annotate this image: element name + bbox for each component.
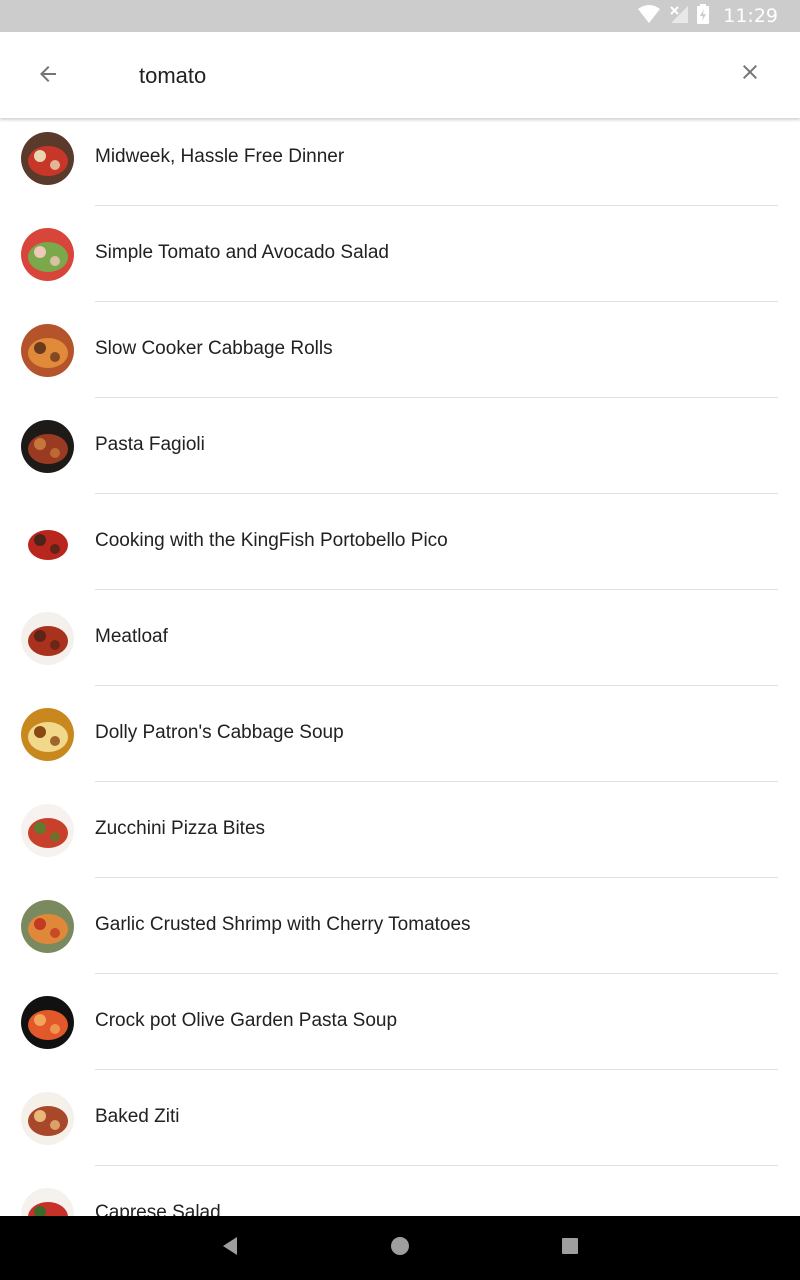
divider xyxy=(95,973,778,974)
nav-home-icon xyxy=(390,1236,410,1261)
recipe-title: Dolly Patron's Cabbage Soup xyxy=(95,722,344,743)
recipe-title: Simple Tomato and Avocado Salad xyxy=(95,242,389,263)
recipe-title: Crock pot Olive Garden Pasta Soup xyxy=(95,1010,398,1031)
result-item[interactable]: Meatloaf xyxy=(0,598,800,694)
divider xyxy=(95,589,778,590)
recipe-title: Zucchini Pizza Bites xyxy=(95,818,266,839)
wifi-icon xyxy=(637,4,661,29)
divider xyxy=(95,205,778,206)
divider xyxy=(95,877,778,878)
recipe-thumbnail xyxy=(21,804,74,857)
search-input[interactable] xyxy=(139,56,699,96)
close-icon xyxy=(738,60,762,89)
nav-recents-button[interactable] xyxy=(550,1228,590,1268)
status-time: 11:29 xyxy=(723,5,778,27)
recipe-thumbnail xyxy=(21,1188,74,1216)
recipe-thumbnail xyxy=(21,1092,74,1145)
recipe-thumbnail xyxy=(21,228,74,281)
recipe-title: Baked Ziti xyxy=(95,1106,180,1127)
recipe-thumbnail xyxy=(21,708,74,761)
recipe-thumbnail xyxy=(21,612,74,665)
recipe-title: Garlic Crusted Shrimp with Cherry Tomato… xyxy=(95,914,471,935)
result-item[interactable]: Garlic Crusted Shrimp with Cherry Tomato… xyxy=(0,886,800,982)
arrow-back-icon xyxy=(36,62,60,91)
divider xyxy=(95,493,778,494)
result-item[interactable]: Midweek, Hassle Free Dinner xyxy=(0,118,800,214)
recipe-thumbnail xyxy=(21,996,74,1049)
result-item[interactable]: Baked Ziti xyxy=(0,1078,800,1174)
recipe-title: Pasta Fagioli xyxy=(95,434,205,455)
clear-search-button[interactable] xyxy=(726,50,774,98)
nav-back-icon xyxy=(221,1236,239,1261)
result-item[interactable]: Dolly Patron's Cabbage Soup xyxy=(0,694,800,790)
divider xyxy=(95,685,778,686)
result-item[interactable]: Cooking with the KingFish Portobello Pic… xyxy=(0,502,800,598)
result-item[interactable]: Zucchini Pizza Bites xyxy=(0,790,800,886)
result-item[interactable]: Slow Cooker Cabbage Rolls xyxy=(0,310,800,406)
recipe-thumbnail xyxy=(21,900,74,953)
result-item[interactable]: Pasta Fagioli xyxy=(0,406,800,502)
divider xyxy=(95,397,778,398)
divider xyxy=(95,301,778,302)
recipe-title: Slow Cooker Cabbage Rolls xyxy=(95,338,333,359)
back-button[interactable] xyxy=(24,52,72,100)
no-signal-icon xyxy=(669,4,689,29)
recipe-title: Cooking with the KingFish Portobello Pic… xyxy=(95,530,448,551)
recipe-title: Midweek, Hassle Free Dinner xyxy=(95,146,345,167)
recipe-title: Meatloaf xyxy=(95,626,168,647)
nav-home-button[interactable] xyxy=(380,1228,420,1268)
battery-charging-icon xyxy=(697,3,710,29)
recipe-thumbnail xyxy=(21,324,74,377)
system-nav-bar xyxy=(0,1216,800,1280)
recipe-thumbnail xyxy=(21,420,74,473)
divider xyxy=(95,1165,778,1166)
result-item[interactable]: Simple Tomato and Avocado Salad xyxy=(0,214,800,310)
search-app-bar xyxy=(0,32,800,118)
recipe-title: Caprese Salad xyxy=(95,1202,221,1216)
divider xyxy=(95,1069,778,1070)
search-results-list: Midweek, Hassle Free Dinner Simple Tomat… xyxy=(0,118,800,1216)
status-icons: 11:29 xyxy=(637,0,778,32)
divider xyxy=(95,781,778,782)
status-bar: 11:29 xyxy=(0,0,800,32)
nav-back-button[interactable] xyxy=(210,1228,250,1268)
recipe-thumbnail xyxy=(21,132,74,185)
result-item[interactable]: Caprese Salad xyxy=(0,1174,800,1216)
recipe-thumbnail xyxy=(21,516,74,569)
nav-recents-icon xyxy=(561,1237,579,1260)
result-item[interactable]: Crock pot Olive Garden Pasta Soup xyxy=(0,982,800,1078)
